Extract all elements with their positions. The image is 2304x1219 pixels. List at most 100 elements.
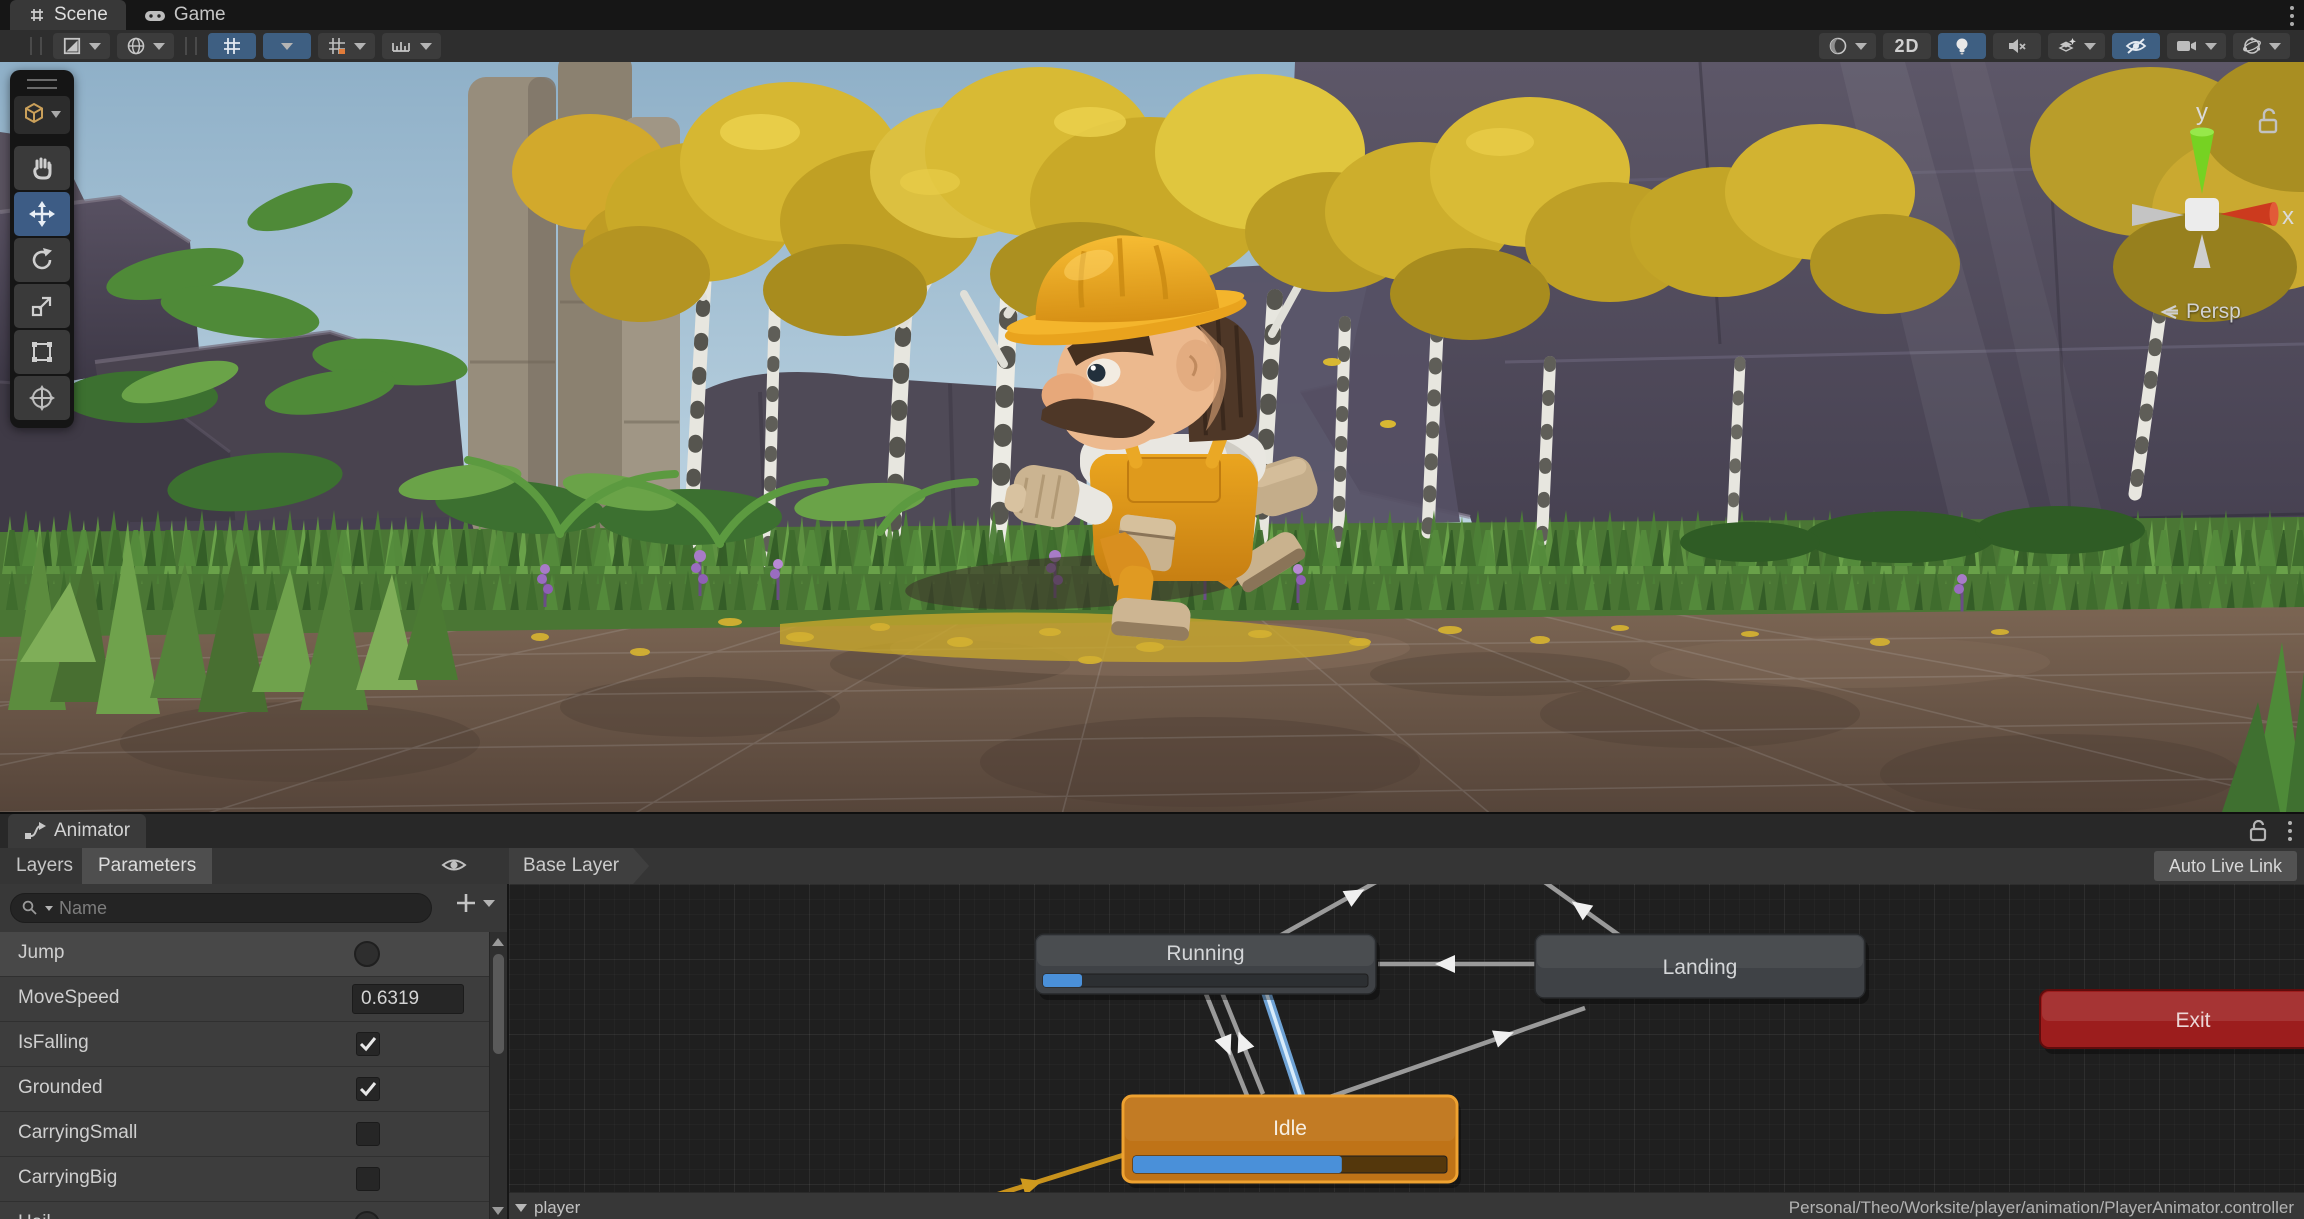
chevron-down-icon xyxy=(1855,43,1867,50)
transition-edge[interactable] xyxy=(1327,1008,1585,1098)
toolbar-grip[interactable] xyxy=(185,37,197,55)
parameter-row[interactable]: Grounded xyxy=(0,1067,490,1112)
draw-mode-dropdown[interactable] xyxy=(53,33,110,59)
add-parameter-button[interactable] xyxy=(455,892,477,914)
transition-arrow-icon xyxy=(1492,1024,1517,1048)
parameter-trigger[interactable] xyxy=(354,1211,380,1219)
parameter-checkbox[interactable] xyxy=(356,1077,380,1101)
2d-toggle[interactable]: 2D xyxy=(1883,33,1931,59)
tab-scene-label: Scene xyxy=(54,4,108,26)
scene-view-options-dropdown[interactable] xyxy=(117,33,174,59)
parameter-row[interactable]: Hail xyxy=(0,1202,490,1219)
parameter-checkbox[interactable] xyxy=(356,1032,380,1056)
search-filter-caret[interactable] xyxy=(45,906,53,911)
tab-animator-label: Animator xyxy=(54,820,130,842)
parameter-row[interactable]: IsFalling xyxy=(0,1022,490,1067)
animator-header: Layers Parameters Base Layer Auto Live L… xyxy=(0,848,2304,885)
parameter-row[interactable]: Jump xyxy=(0,932,490,977)
scroll-down-icon[interactable] xyxy=(492,1207,504,1215)
state-node-exit[interactable]: Exit xyxy=(2040,990,2304,1054)
parameters-label: Parameters xyxy=(98,855,196,877)
rect-tool-button[interactable] xyxy=(14,330,70,374)
axis-cone[interactable] xyxy=(2192,234,2212,268)
layers-label: Layers xyxy=(16,855,73,877)
search-input[interactable]: Name xyxy=(10,893,432,923)
context-object[interactable]: player xyxy=(515,1198,580,1218)
entry-edge[interactable] xyxy=(871,1154,1127,1192)
context-caret-icon xyxy=(515,1204,527,1212)
scene-visibility-toggle[interactable] xyxy=(2112,33,2160,59)
effects-dropdown[interactable] xyxy=(2048,33,2105,59)
parameter-row[interactable]: CarryingSmall xyxy=(0,1112,490,1157)
parameter-checkbox[interactable] xyxy=(356,1167,380,1191)
axis-cone[interactable] xyxy=(2132,204,2184,226)
rotate-icon xyxy=(29,247,55,273)
transform-tool-button[interactable] xyxy=(14,376,70,420)
breadcrumb-base-layer[interactable]: Base Layer xyxy=(509,848,649,884)
persp-chevron-icon xyxy=(2158,302,2180,322)
eye-hidden-icon xyxy=(2124,37,2148,55)
parameter-row[interactable]: CarryingBig xyxy=(0,1157,490,1202)
orientation-gizmo[interactable]: y x xyxy=(2114,98,2294,268)
camera-dropdown[interactable] xyxy=(2167,33,2226,59)
tab-scene[interactable]: Scene xyxy=(10,0,126,30)
state-node-label: Exit xyxy=(2175,1009,2210,1032)
globe-icon xyxy=(126,36,146,56)
state-machine-graph[interactable]: Running Landing Idle Exit xyxy=(509,884,2304,1192)
add-parameter-caret[interactable] xyxy=(483,900,495,907)
ruler-icon xyxy=(391,37,413,55)
window-menu-icon[interactable] xyxy=(2288,4,2296,28)
toolbar-grip[interactable] xyxy=(30,37,42,55)
lock-icon[interactable] xyxy=(2248,820,2268,842)
projection-label: Persp xyxy=(2186,300,2241,324)
parameter-float-field[interactable]: 0.6319 xyxy=(352,984,464,1014)
lock-icon[interactable] xyxy=(2260,109,2276,132)
panel-menu-icon[interactable] xyxy=(2286,819,2294,843)
tab-game[interactable]: Game xyxy=(126,0,244,30)
preview-eye-button[interactable] xyxy=(440,854,468,876)
gizmos-dropdown[interactable] xyxy=(2233,33,2290,59)
grid-snap-toggle[interactable] xyxy=(208,33,256,59)
tab-layers[interactable]: Layers xyxy=(0,848,89,884)
state-node-running[interactable]: Running xyxy=(1035,934,1380,1000)
parameter-name: Grounded xyxy=(18,1077,103,1099)
axis-y-cone[interactable] xyxy=(2190,132,2214,194)
parameter-name: CarryingSmall xyxy=(18,1122,137,1144)
move-tool-button[interactable] xyxy=(14,192,70,236)
controller-asset-path: Personal/Theo/Worksite/player/animation/… xyxy=(1789,1198,2294,1218)
parameter-name: IsFalling xyxy=(18,1032,89,1054)
scene-viewport[interactable]: y x Persp xyxy=(0,62,2304,812)
lighting-toggle[interactable] xyxy=(1938,33,1986,59)
grid-snap-dropdown[interactable] xyxy=(263,33,311,59)
scale-tool-button[interactable] xyxy=(14,284,70,328)
rotate-tool-button[interactable] xyxy=(14,238,70,282)
tab-animator[interactable]: Animator xyxy=(8,814,146,848)
parameter-search-row: Name xyxy=(0,884,507,933)
scene-toolbar: 2D xyxy=(0,30,2304,63)
shading-sphere-icon xyxy=(1828,36,1848,56)
axis-x-cone[interactable] xyxy=(2220,202,2274,226)
chevron-down-icon xyxy=(2269,43,2281,50)
transition-arrow-icon xyxy=(1435,955,1455,973)
scroll-up-icon[interactable] xyxy=(492,938,504,946)
state-node-landing[interactable]: Landing xyxy=(1535,934,1869,1004)
tools-drag-handle[interactable] xyxy=(10,74,74,94)
parameter-row[interactable]: MoveSpeed0.6319 xyxy=(0,977,490,1022)
parameters-scrollbar[interactable] xyxy=(489,932,507,1219)
view-options-button[interactable] xyxy=(14,96,70,134)
gizmo-cube[interactable] xyxy=(2185,198,2219,231)
parameter-trigger[interactable] xyxy=(354,941,380,967)
chevron-down-icon xyxy=(420,43,432,50)
auto-live-link-button[interactable]: Auto Live Link xyxy=(2154,851,2297,881)
parameter-checkbox[interactable] xyxy=(356,1122,380,1146)
measure-tool-dropdown[interactable] xyxy=(382,33,441,59)
state-node-idle[interactable]: Idle xyxy=(1123,1096,1461,1188)
shading-mode-dropdown[interactable] xyxy=(1819,33,1876,59)
transition-arrow-icon xyxy=(1230,1028,1254,1053)
audio-mute-toggle[interactable] xyxy=(1993,33,2041,59)
tab-parameters[interactable]: Parameters xyxy=(82,848,212,884)
hand-tool-button[interactable] xyxy=(14,146,70,190)
scrollbar-thumb[interactable] xyxy=(493,954,504,1054)
grid-axis-dropdown[interactable] xyxy=(318,33,375,59)
projection-toggle[interactable]: Persp xyxy=(2158,300,2241,324)
